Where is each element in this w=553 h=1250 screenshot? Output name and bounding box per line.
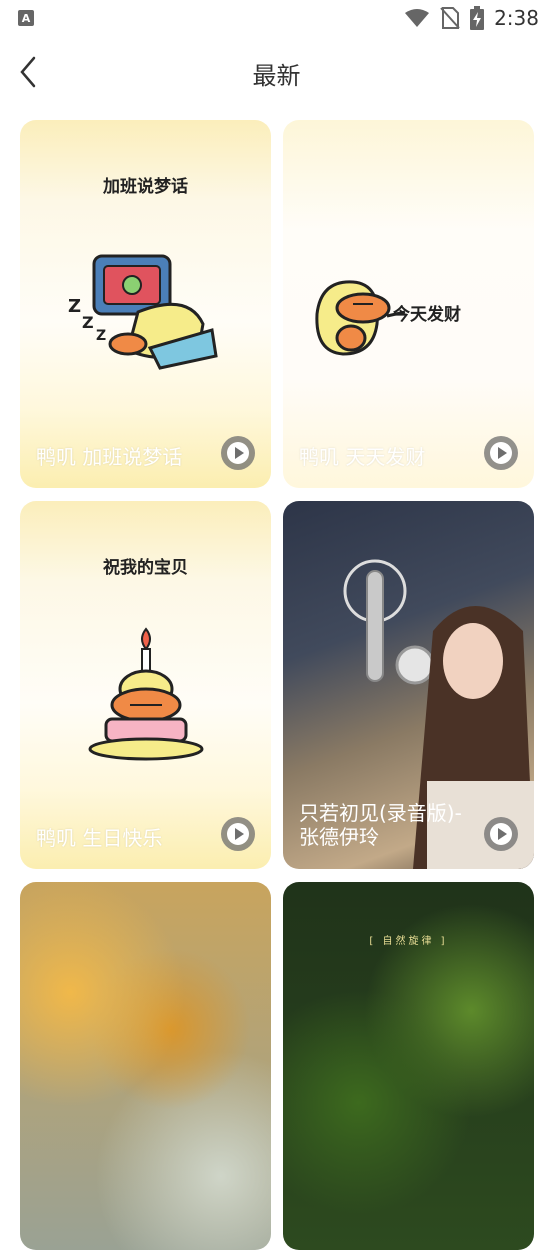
play-icon <box>490 442 512 464</box>
duck-pointing-illustration <box>315 280 406 356</box>
svg-text:Z: Z <box>96 328 106 344</box>
play-button[interactable] <box>221 817 255 851</box>
status-time: 2:38 <box>494 6 539 30</box>
video-card[interactable] <box>20 882 271 1250</box>
card-caption: 鸭叽 加班说梦话 <box>36 445 183 469</box>
play-button[interactable] <box>484 817 518 851</box>
video-card[interactable]: 今天发财 鸭叽 天天发财 <box>283 120 534 488</box>
page-title: 最新 <box>252 62 301 90</box>
sticker-title: 祝我的宝贝 <box>103 558 188 578</box>
play-icon <box>227 823 249 845</box>
duck-sleeping-computer-illustration: Z Z Z <box>68 254 218 370</box>
card-caption: 鸭叽 天天发财 <box>299 445 426 469</box>
svg-text:Z: Z <box>82 313 94 332</box>
battery-charging-icon <box>470 6 485 30</box>
card-caption: 鸭叽 生日快乐 <box>36 826 163 850</box>
sticker-title: 今天发财 <box>393 305 461 325</box>
duck-birthday-cake-illustration <box>88 627 204 761</box>
svg-text:Z: Z <box>68 296 81 317</box>
video-card[interactable]: 加班说梦话 Z Z Z 鸭叽 加班说梦话 <box>20 120 271 488</box>
card-overlay-text: [ 自然旋律 ] <box>369 936 448 947</box>
wifi-icon <box>405 9 430 27</box>
video-card[interactable]: 只若初见(录音版)-张德伊玲 <box>283 501 534 869</box>
status-left: A <box>18 10 34 26</box>
video-card[interactable]: [ 自然旋律 ] <box>283 882 534 1250</box>
app-notification-icon: A <box>18 10 34 26</box>
no-sim-icon <box>440 7 460 29</box>
play-icon <box>490 823 512 845</box>
status-bar: A 2:38 <box>0 0 553 36</box>
header: 最新 <box>0 44 553 100</box>
play-button[interactable] <box>484 436 518 470</box>
status-right: 2:38 <box>404 6 539 30</box>
play-icon <box>227 442 249 464</box>
video-card[interactable]: 祝我的宝贝 鸭叽 生日快乐 <box>20 501 271 869</box>
play-button[interactable] <box>221 436 255 470</box>
sticker-title: 加班说梦话 <box>103 177 188 197</box>
card-caption: 只若初见(录音版)-张德伊玲 <box>299 801 462 849</box>
